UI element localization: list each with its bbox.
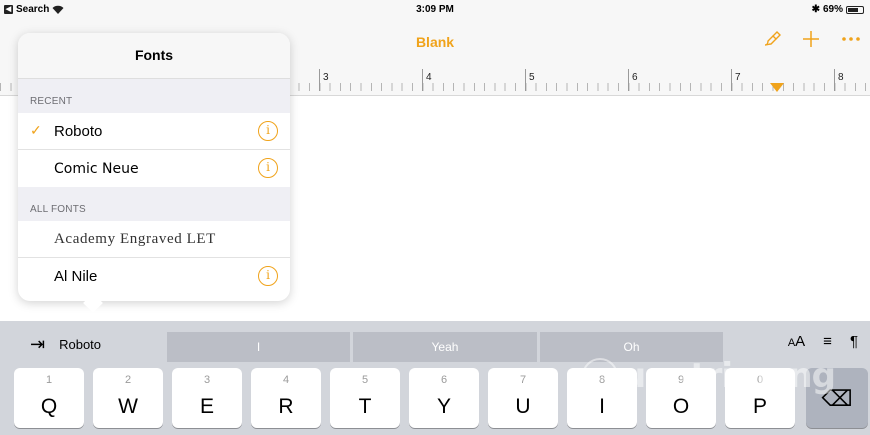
key-q[interactable]: 1Q	[14, 368, 84, 428]
key-letter: W	[118, 395, 138, 418]
popover-title: Fonts	[18, 33, 290, 79]
font-name: Al Nile	[54, 268, 98, 285]
info-icon[interactable]: i	[258, 266, 278, 286]
key-r[interactable]: 4R	[251, 368, 321, 428]
delete-icon: ⌫	[821, 386, 853, 411]
shortcut-left: ⇥ Roboto	[0, 321, 166, 367]
key-number: 0	[756, 374, 764, 386]
key-number: 2	[124, 374, 132, 386]
info-icon[interactable]: i	[258, 158, 278, 178]
tab-icon[interactable]: ⇥	[30, 334, 45, 355]
battery-icon	[846, 5, 864, 14]
font-name: Academy Engraved LET	[54, 230, 216, 247]
keyboard-shortcut-bar: ⇥ Roboto I Yeah Oh AA ≡ ¶	[0, 321, 870, 367]
ruler-number: 4	[426, 72, 432, 83]
keyboard: 1Q 2W 3E 4R 5T 6Y 7U 8I 9O 0P ⌫	[0, 367, 870, 435]
toolbar-tools	[760, 28, 862, 50]
ruler-major-tick	[319, 69, 320, 91]
suggestion-2[interactable]: Yeah	[353, 332, 537, 362]
key-number: 8	[598, 374, 606, 386]
ruler-major-tick	[731, 69, 732, 91]
suggestion-1[interactable]: I	[167, 332, 350, 362]
key-letter: E	[199, 395, 214, 418]
text-size-large: A	[795, 333, 806, 350]
ruler-number: 8	[838, 72, 844, 83]
status-bar: ◀ Search 3:09 PM ✱ 69%	[0, 0, 870, 20]
key-number: 7	[519, 374, 527, 386]
section-header-all-fonts: ALL FONTS	[18, 187, 290, 221]
ruler-major-tick	[422, 69, 423, 91]
delete-key[interactable]: ⌫	[806, 368, 868, 428]
text-size-button[interactable]: AA	[788, 333, 805, 350]
font-name: Comic Neue	[54, 160, 139, 177]
key-number: 9	[677, 374, 685, 386]
key-y[interactable]: 6Y	[409, 368, 479, 428]
key-number: 4	[282, 374, 290, 386]
fonts-popover: Fonts RECENT ✓ Roboto i Comic Neue i ALL…	[18, 33, 290, 301]
key-number: 5	[361, 374, 369, 386]
ruler-number: 6	[632, 72, 638, 83]
font-row-comic-neue[interactable]: Comic Neue i	[18, 150, 290, 187]
key-u[interactable]: 7U	[488, 368, 558, 428]
key-number: 1	[45, 374, 53, 386]
paragraph-icon[interactable]: ¶	[850, 333, 858, 350]
key-t[interactable]: 5T	[330, 368, 400, 428]
info-icon[interactable]: i	[258, 121, 278, 141]
ruler-major-tick	[834, 69, 835, 91]
indent-marker[interactable]	[770, 83, 784, 92]
key-letter: R	[278, 395, 294, 418]
battery-percent: 69%	[822, 4, 843, 15]
current-font-button[interactable]: Roboto	[59, 337, 101, 352]
checkmark-icon: ✓	[30, 122, 42, 138]
font-name: Roboto	[54, 122, 103, 140]
paintbrush-icon[interactable]	[760, 28, 782, 50]
key-letter: Y	[436, 395, 451, 418]
font-row-al-nile[interactable]: Al Nile i	[18, 258, 290, 295]
font-row-academy-engraved[interactable]: Academy Engraved LET	[18, 221, 290, 258]
font-row-roboto[interactable]: ✓ Roboto i	[18, 113, 290, 150]
shortcut-right: AA ≡ ¶	[788, 333, 858, 350]
section-header-recent: RECENT	[18, 79, 290, 113]
align-icon[interactable]: ≡	[823, 333, 832, 350]
ruler-number: 5	[529, 72, 535, 83]
bluetooth-icon: ✱	[811, 4, 820, 15]
key-number: 6	[440, 374, 448, 386]
suggestion-3[interactable]: Oh	[540, 332, 723, 362]
status-right: ✱ 69%	[812, 4, 864, 15]
status-time: 3:09 PM	[416, 4, 454, 15]
key-letter: I	[599, 395, 605, 418]
key-w[interactable]: 2W	[93, 368, 163, 428]
ruler-number: 7	[735, 72, 741, 83]
key-p[interactable]: 0P	[725, 368, 795, 428]
key-e[interactable]: 3E	[172, 368, 242, 428]
key-number: 3	[203, 374, 211, 386]
more-icon[interactable]	[840, 28, 862, 50]
key-letter: O	[672, 395, 690, 418]
ruler-major-tick	[525, 69, 526, 91]
key-letter: P	[752, 395, 767, 418]
plus-icon[interactable]	[800, 28, 822, 50]
ruler-major-tick	[628, 69, 629, 91]
key-o[interactable]: 9O	[646, 368, 716, 428]
key-letter: T	[358, 395, 372, 418]
key-letter: U	[515, 395, 531, 418]
battery-fill	[848, 7, 858, 12]
ruler-number: 3	[323, 72, 329, 83]
key-letter: Q	[40, 395, 58, 418]
key-i[interactable]: 8I	[567, 368, 637, 428]
